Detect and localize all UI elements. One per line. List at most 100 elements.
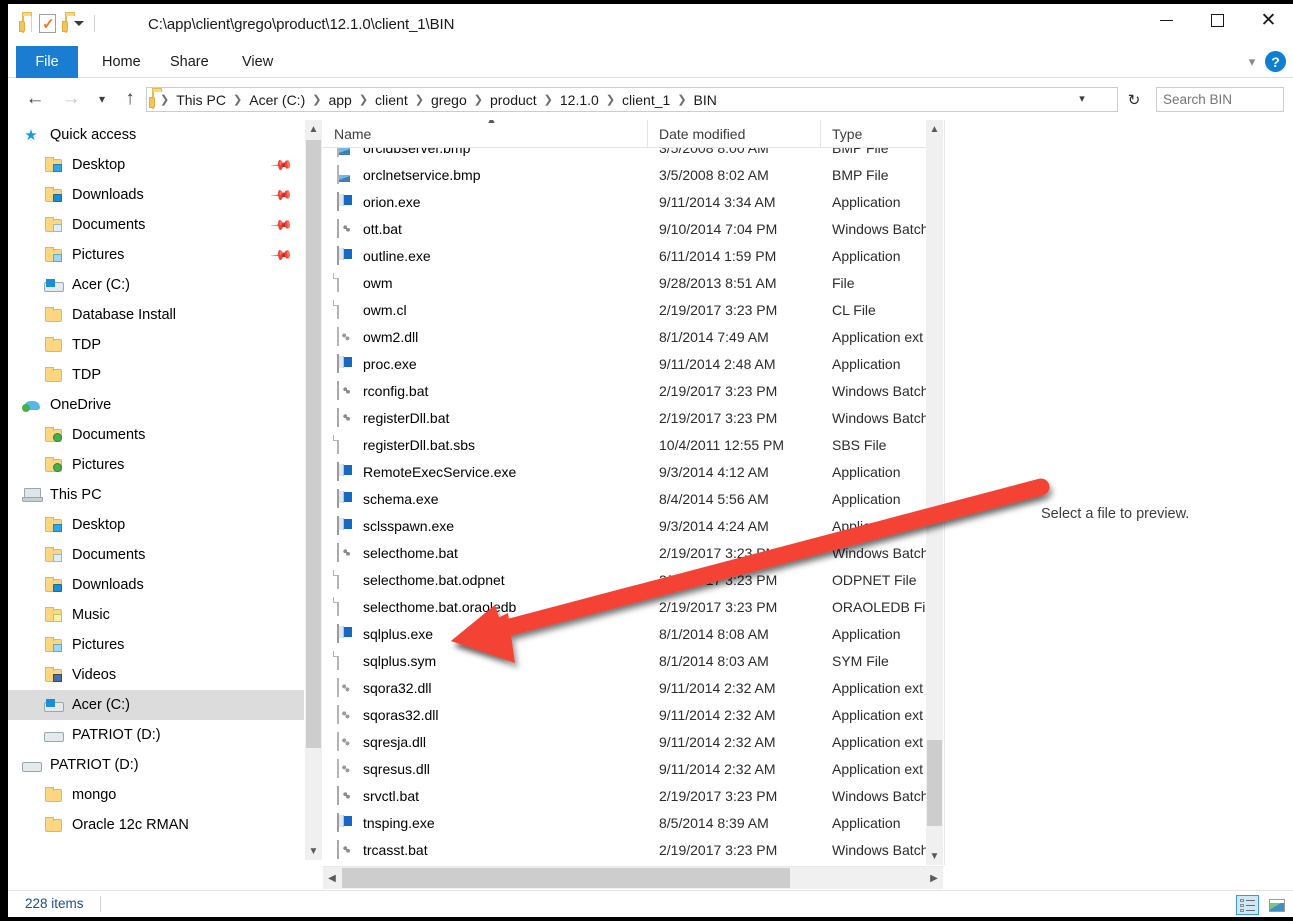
breadcrumb-client[interactable]: client: [371, 90, 412, 110]
file-row[interactable]: proc.exe 9/11/2014 2:48 AM Application: [323, 350, 943, 377]
folder-icon[interactable]: [22, 13, 24, 33]
new-folder-icon[interactable]: [65, 13, 67, 33]
sidebar-item-desktop[interactable]: Desktop: [8, 510, 304, 540]
file-row[interactable]: trcasst.bat 2/19/2017 3:23 PM Windows Batc…: [323, 836, 943, 863]
pin-icon[interactable]: 📌: [269, 213, 294, 237]
file-row[interactable]: orcldbserver.bmp 3/5/2008 8:00 AM BMP File: [323, 148, 943, 161]
search-box[interactable]: 🔍: [1156, 87, 1293, 112]
sidebar-item-onedrive[interactable]: OneDrive: [8, 390, 304, 420]
back-button[interactable]: ←: [22, 87, 48, 111]
tab-file[interactable]: File: [16, 46, 78, 78]
file-list-vertical-scrollbar[interactable]: ▲ ▼: [926, 120, 943, 865]
pin-icon[interactable]: 📌: [269, 183, 294, 207]
close-button[interactable]: ✕: [1245, 4, 1292, 36]
chevron-left-icon[interactable]: ◀: [323, 867, 341, 889]
chevron-down-icon[interactable]: ▼: [305, 842, 322, 860]
minimize-button[interactable]: [1143, 4, 1190, 36]
file-row[interactable]: sqlplus.exe 8/1/2014 8:08 AM Application: [323, 620, 943, 647]
sidebar-item-music[interactable]: Music: [8, 600, 304, 630]
pin-icon[interactable]: 📌: [269, 153, 294, 177]
sidebar-item-quick-access[interactable]: ★ Quick access: [8, 120, 304, 150]
sidebar-item-acer-c[interactable]: Acer (C:): [8, 690, 304, 720]
large-icons-view-button[interactable]: [1265, 895, 1288, 915]
chevron-right-icon[interactable]: ▶: [925, 867, 943, 889]
sidebar-item-desktop[interactable]: Desktop 📌: [8, 150, 304, 180]
sidebar-item-downloads[interactable]: Downloads 📌: [8, 180, 304, 210]
sidebar-item-videos[interactable]: Videos: [8, 660, 304, 690]
breadcrumb-this-pc[interactable]: This PC: [172, 90, 230, 110]
sidebar-item-documents[interactable]: Documents: [8, 420, 304, 450]
dropdown-caret-icon[interactable]: [74, 21, 84, 26]
file-row[interactable]: sqoras32.dll 9/11/2014 2:32 AM Application…: [323, 701, 943, 728]
sidebar-item-acer-c[interactable]: Acer (C:): [8, 270, 304, 300]
sidebar-item-tdp[interactable]: TDP: [8, 360, 304, 390]
file-row[interactable]: owm2.dll 8/1/2014 7:49 AM Application ext: [323, 323, 943, 350]
navigation-pane[interactable]: ★ Quick access Desktop 📌 Downloads 📌 Documents…: [8, 120, 304, 860]
breadcrumb-product[interactable]: product: [486, 90, 541, 110]
breadcrumb-bin[interactable]: BIN: [690, 90, 721, 110]
file-row[interactable]: tnsping.exe 8/5/2014 8:39 AM Application: [323, 809, 943, 836]
help-button[interactable]: ?: [1265, 51, 1286, 72]
tab-share[interactable]: Share: [154, 46, 225, 78]
scrollbar-thumb[interactable]: [927, 740, 942, 826]
sidebar-item-mongo[interactable]: mongo: [8, 780, 304, 810]
sidebar-item-patriot-d[interactable]: PATRIOT (D:): [8, 750, 304, 780]
file-row[interactable]: sqresus.dll 9/11/2014 2:32 AM Application …: [323, 755, 943, 782]
breadcrumb-version[interactable]: 12.1.0: [556, 90, 603, 110]
chevron-up-icon[interactable]: ▲: [305, 120, 322, 138]
recent-locations-icon[interactable]: ▾: [92, 87, 112, 111]
scrollbar-thumb[interactable]: [342, 868, 790, 888]
sidebar-item-database-install[interactable]: Database Install: [8, 300, 304, 330]
sidebar-item-pictures[interactable]: Pictures: [8, 630, 304, 660]
file-row[interactable]: sclsspawn.exe 9/3/2014 4:24 AM Application: [323, 512, 943, 539]
sidebar-item-oracle-12c-rman[interactable]: Oracle 12c RMAN: [8, 810, 304, 840]
file-list-horizontal-scrollbar[interactable]: ◀ ▶: [323, 866, 943, 889]
file-row[interactable]: srvctl.bat 2/19/2017 3:23 PM Windows Batch: [323, 782, 943, 809]
column-header-name[interactable]: Name ▲: [323, 120, 648, 147]
breadcrumb-app[interactable]: app: [324, 90, 355, 110]
column-header-type[interactable]: Type: [821, 120, 943, 147]
column-header-date-modified[interactable]: Date modified: [648, 120, 821, 147]
chevron-up-icon[interactable]: ▲: [926, 120, 943, 138]
file-row[interactable]: outline.exe 6/11/2014 1:59 PM Application: [323, 242, 943, 269]
file-row[interactable]: owm 9/28/2013 8:51 AM File: [323, 269, 943, 296]
file-row[interactable]: selecthome.bat 2/19/2017 3:23 PM Windows B…: [323, 539, 943, 566]
file-row[interactable]: owm.cl 2/19/2017 3:23 PM CL File: [323, 296, 943, 323]
details-view-button[interactable]: [1236, 895, 1259, 915]
breadcrumb-acer-c[interactable]: Acer (C:): [245, 90, 309, 110]
file-row[interactable]: rconfig.bat 2/19/2017 3:23 PM Windows Batc…: [323, 377, 943, 404]
maximize-button[interactable]: [1194, 4, 1241, 36]
refresh-button[interactable]: ↻: [1122, 88, 1146, 111]
sidebar-item-documents[interactable]: Documents: [8, 540, 304, 570]
file-row[interactable]: schema.exe 8/4/2014 5:56 AM Application: [323, 485, 943, 512]
file-row[interactable]: orion.exe 9/11/2014 3:34 AM Application: [323, 188, 943, 215]
sidebar-item-pictures[interactable]: Pictures 📌: [8, 240, 304, 270]
file-row[interactable]: RemoteExecService.exe 9/3/2014 4:12 AM App…: [323, 458, 943, 485]
address-bar[interactable]: ❯ This PC ❯ Acer (C:) ❯ app ❯ client ❯ g…: [146, 87, 1118, 112]
breadcrumb-grego[interactable]: grego: [427, 90, 471, 110]
file-row[interactable]: registerDll.bat 2/19/2017 3:23 PM Windows …: [323, 404, 943, 431]
tab-home[interactable]: Home: [86, 46, 157, 78]
sidebar-item-patriot-d[interactable]: PATRIOT (D:): [8, 720, 304, 750]
scrollbar-thumb[interactable]: [306, 140, 321, 748]
file-row[interactable]: orclnetservice.bmp 3/5/2008 8:02 AM BMP Fi…: [323, 161, 943, 188]
tab-view[interactable]: View: [226, 46, 289, 78]
file-row[interactable]: sqresja.dll 9/11/2014 2:32 AM Application …: [323, 728, 943, 755]
chevron-down-icon[interactable]: ▾: [1241, 52, 1263, 72]
up-button[interactable]: ↑: [118, 87, 142, 111]
file-row[interactable]: selecthome.bat.odpnet 2/19/2017 3:23 PM OD…: [323, 566, 943, 593]
address-dropdown-icon[interactable]: ▾: [1074, 92, 1090, 105]
sidebar-item-documents[interactable]: Documents 📌: [8, 210, 304, 240]
sidebar-scrollbar[interactable]: ▲ ▼: [305, 120, 322, 860]
search-input[interactable]: [1163, 92, 1293, 107]
chevron-down-icon[interactable]: ▼: [926, 847, 943, 865]
file-row[interactable]: selecthome.bat.oraoledb 2/19/2017 3:23 PM…: [323, 593, 943, 620]
file-row[interactable]: sqora32.dll 9/11/2014 2:32 AM Application …: [323, 674, 943, 701]
properties-checkmark-icon[interactable]: ✓: [39, 14, 56, 33]
sidebar-item-pictures[interactable]: Pictures: [8, 450, 304, 480]
file-row[interactable]: ott.bat 9/10/2014 7:04 PM Windows Batch: [323, 215, 943, 242]
file-row[interactable]: sqlplus.sym 8/1/2014 8:03 AM SYM File: [323, 647, 943, 674]
sidebar-item-tdp[interactable]: TDP: [8, 330, 304, 360]
breadcrumb-client-1[interactable]: client_1: [618, 90, 674, 110]
sidebar-item-this-pc[interactable]: This PC: [8, 480, 304, 510]
